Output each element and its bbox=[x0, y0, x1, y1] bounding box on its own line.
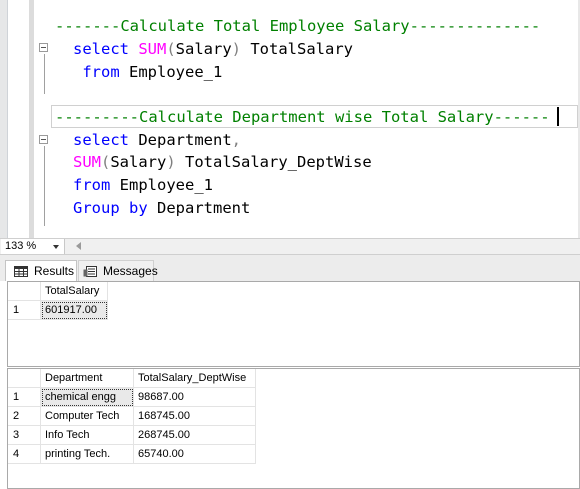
table-row: 4 printing Tech. 65740.00 bbox=[8, 444, 256, 464]
table-row: 3 Info Tech 268745.00 bbox=[8, 425, 256, 445]
text-caret bbox=[557, 107, 559, 126]
row-number[interactable]: 3 bbox=[8, 425, 41, 445]
code-token: -------Calculate Total Employee Salary--… bbox=[55, 17, 541, 35]
grid-icon bbox=[14, 266, 28, 277]
column-header[interactable]: TotalSalary bbox=[40, 282, 108, 301]
code-token: ( bbox=[101, 153, 111, 171]
selection-margin bbox=[29, 0, 34, 238]
sql-editor[interactable]: -------Calculate Total Employee Salary--… bbox=[0, 0, 580, 238]
tab-messages-label: Messages bbox=[103, 264, 158, 278]
code-token: SUM bbox=[73, 153, 101, 171]
collapse-toggle-icon[interactable] bbox=[39, 135, 48, 144]
tab-messages[interactable]: Messages bbox=[78, 260, 158, 281]
code-token: from bbox=[73, 176, 120, 194]
table-cell[interactable]: chemical engg bbox=[40, 387, 134, 407]
code-token: ) bbox=[231, 40, 242, 58]
code-token: ( bbox=[166, 40, 176, 58]
editor-status-strip: 133 % bbox=[0, 238, 580, 255]
zoom-dropdown[interactable]: 133 % bbox=[1, 239, 65, 254]
messages-icon bbox=[83, 266, 97, 277]
code-token: TotalSalary_DeptWise bbox=[175, 153, 372, 171]
row-number[interactable]: 1 bbox=[8, 300, 41, 320]
code-line: SUM(Salary) TotalSalary_DeptWise bbox=[73, 151, 372, 174]
result-table: TotalSalary 1 601917.00 bbox=[8, 282, 108, 320]
fold-line bbox=[44, 54, 45, 94]
code-line: ---------Calculate Department wise Total… bbox=[55, 106, 550, 129]
code-token: Group by bbox=[73, 199, 157, 217]
result-grid-dept-salary[interactable]: Department TotalSalary_DeptWise 1 chemic… bbox=[7, 368, 580, 489]
table-cell[interactable]: 268745.00 bbox=[133, 425, 256, 445]
code-line: select SUM(Salary) TotalSalary bbox=[73, 38, 353, 61]
row-number[interactable]: 1 bbox=[8, 387, 41, 407]
tab-results-label: Results bbox=[34, 264, 75, 278]
code-token: Department bbox=[138, 131, 232, 149]
chevron-down-icon bbox=[53, 245, 59, 249]
column-header[interactable]: TotalSalary_DeptWise bbox=[133, 369, 256, 388]
code-token: ---------Calculate Department wise Total… bbox=[55, 108, 550, 126]
code-line: Group by Department bbox=[73, 197, 250, 220]
table-cell[interactable]: 601917.00 bbox=[40, 300, 108, 320]
table-row: 1 chemical engg 98687.00 bbox=[8, 387, 256, 407]
grid-corner[interactable] bbox=[8, 369, 41, 388]
code-token: Salary bbox=[175, 40, 232, 58]
code-token: Employee_1 bbox=[129, 63, 223, 81]
result-table: Department TotalSalary_DeptWise 1 chemic… bbox=[8, 369, 256, 464]
code-token: ) bbox=[166, 153, 176, 171]
results-tabbar: Results Messages bbox=[0, 255, 580, 281]
code-token: TotalSalary bbox=[241, 40, 353, 58]
table-cell[interactable]: Computer Tech bbox=[40, 406, 134, 426]
table-cell[interactable]: 98687.00 bbox=[133, 387, 256, 407]
code-line: from Employee_1 bbox=[73, 174, 213, 197]
editor-gutter bbox=[0, 0, 8, 238]
code-token: Salary bbox=[110, 153, 167, 171]
zoom-value: 133 % bbox=[5, 240, 37, 252]
code-token: Employee_1 bbox=[119, 176, 213, 194]
result-grid-total-salary[interactable]: TotalSalary 1 601917.00 bbox=[7, 281, 580, 367]
table-cell[interactable]: 65740.00 bbox=[133, 444, 256, 464]
row-number[interactable]: 4 bbox=[8, 444, 41, 464]
code-token: , bbox=[231, 131, 241, 149]
column-header[interactable]: Department bbox=[40, 369, 134, 388]
code-line: -------Calculate Total Employee Salary--… bbox=[55, 15, 540, 38]
code-token: from bbox=[73, 63, 129, 81]
table-cell[interactable]: printing Tech. bbox=[40, 444, 134, 464]
code-line: select Department, bbox=[73, 129, 241, 152]
table-row: 1 601917.00 bbox=[8, 300, 108, 320]
row-number[interactable]: 2 bbox=[8, 406, 41, 426]
table-cell[interactable]: Info Tech bbox=[40, 425, 134, 445]
code-token: select bbox=[73, 131, 139, 149]
collapse-toggle-icon[interactable] bbox=[39, 43, 48, 52]
code-token: select bbox=[73, 40, 139, 58]
table-cell[interactable]: 168745.00 bbox=[133, 406, 256, 426]
scroll-left-icon[interactable] bbox=[66, 242, 81, 250]
tab-results[interactable]: Results bbox=[5, 260, 77, 281]
fold-line bbox=[44, 146, 45, 226]
code-token: Department bbox=[157, 199, 251, 217]
code-line: from Employee_1 bbox=[73, 61, 222, 84]
table-row: 2 Computer Tech 168745.00 bbox=[8, 406, 256, 426]
code-token: SUM bbox=[138, 40, 167, 58]
grid-corner[interactable] bbox=[8, 282, 41, 301]
